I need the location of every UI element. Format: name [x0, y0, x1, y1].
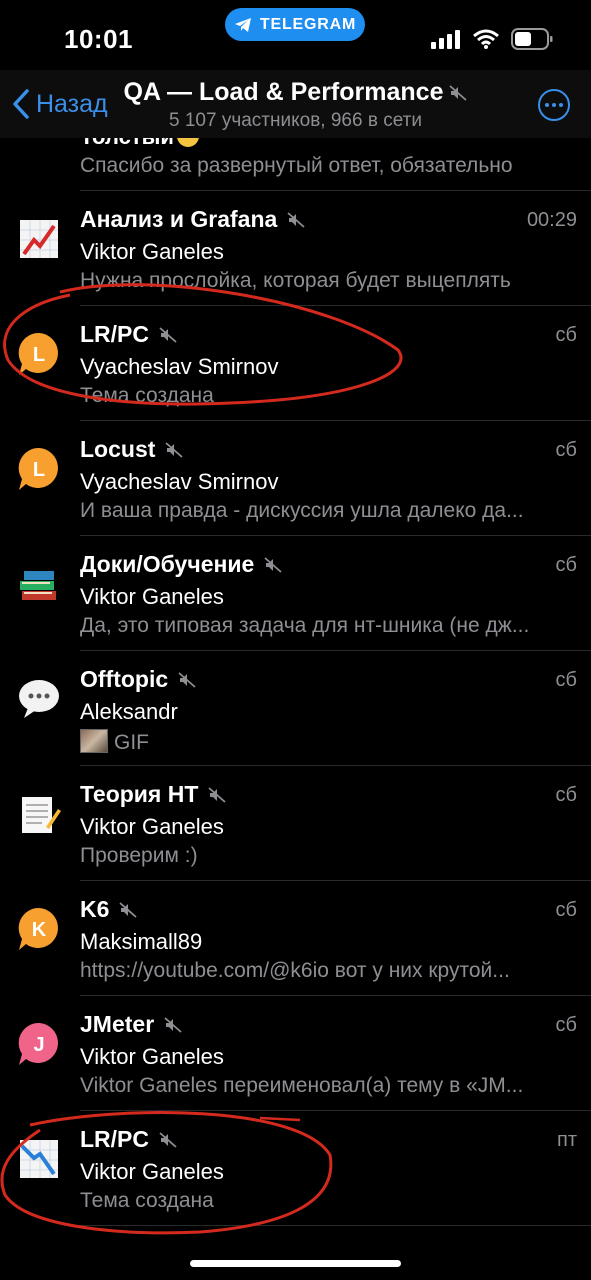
books-icon — [16, 561, 62, 607]
system-icons — [431, 28, 553, 50]
topic-time: сб — [555, 1014, 577, 1036]
topic-message: Тема создана — [80, 384, 214, 407]
pill-label: TELEGRAM — [259, 15, 357, 33]
topic-time: сб — [555, 899, 577, 921]
topic-time: сб — [555, 554, 577, 576]
memo-icon — [16, 791, 62, 837]
smiley-emoji-icon — [176, 138, 199, 147]
topic-row[interactable]: J JMeter сб Viktor Ganeles Viktor Ganeles пе… — [0, 995, 591, 1110]
letter-bubble-icon: K — [16, 906, 62, 952]
muted-icon — [264, 556, 282, 574]
topic-time: сб — [555, 324, 577, 346]
topic-title: K6 — [80, 896, 137, 923]
topic-message: Спасибо за развернутый ответ, обязательн… — [80, 154, 513, 177]
page-title: QA — Load & Performance — [123, 78, 444, 106]
topic-title: Теория НТ — [80, 781, 226, 808]
member-count: 5 107 участников, 966 в сети — [169, 110, 422, 131]
topic-title: LR/PC — [80, 321, 177, 348]
topic-sender: Vyacheslav Smirnov — [80, 469, 279, 494]
topic-sender: Viktor Ganeles — [80, 1044, 224, 1069]
letter-bubble-icon: L — [16, 331, 62, 377]
topic-message: GIF — [80, 729, 577, 755]
topic-sender: Viktor Ganeles — [80, 814, 224, 839]
topic-message: И ваша правда - дискуссия ушла далеко да… — [80, 499, 524, 522]
topic-sender: Viktor Ganeles — [80, 584, 224, 609]
signal-icon — [431, 29, 461, 49]
chart-icon — [16, 216, 62, 262]
svg-text:K: K — [32, 919, 47, 941]
muted-icon — [208, 786, 226, 804]
topic-title: JMeter — [80, 1011, 182, 1038]
chat-header: Назад QA — Load & Performance 5 107 учас… — [0, 70, 591, 138]
list-item-partial[interactable]: Толстый Спасибо за развернутый ответ, об… — [80, 138, 577, 190]
topic-sender: Maksimall89 — [80, 929, 203, 954]
muted-icon — [119, 901, 137, 919]
telegram-pill[interactable]: TELEGRAM — [225, 8, 365, 41]
muted-icon — [165, 441, 183, 459]
topic-time: сб — [555, 669, 577, 691]
topic-title: Доки/Обучение — [80, 551, 282, 578]
topic-sender: Viktor Ganeles — [80, 239, 224, 264]
topic-row[interactable]: L LR/PC сб Vyacheslav Smirnov Тема создана — [0, 305, 591, 420]
wifi-icon — [473, 29, 499, 49]
topic-row[interactable]: L Locust сб Vyacheslav Smirnov И ваша правда… — [0, 420, 591, 535]
topic-sender: Viktor Ganeles — [80, 1159, 224, 1184]
svg-text:L: L — [33, 459, 45, 481]
topic-title: LR/PC — [80, 1126, 177, 1153]
topic-row[interactable]: Offtopic сб Aleksandr GIF — [0, 650, 591, 765]
topic-title: Анализ и Grafana — [80, 206, 305, 233]
svg-text:J: J — [33, 1034, 44, 1056]
separator — [80, 1225, 591, 1226]
topic-message: Проверим :) — [80, 844, 198, 867]
svg-text:L: L — [33, 344, 45, 366]
gif-thumbnail — [80, 729, 108, 753]
topic-row[interactable]: Теория НТ сб Viktor Ganeles Проверим :) — [0, 765, 591, 880]
topic-row[interactable]: LR/PC пт Viktor Ganeles Тема создана — [0, 1110, 591, 1225]
title-block[interactable]: QA — Load & Performance 5 107 участников… — [0, 78, 591, 132]
muted-icon — [164, 1016, 182, 1034]
topic-time: сб — [555, 439, 577, 461]
topic-message: https://youtube.com/@k6io вот у них крут… — [80, 959, 510, 982]
more-button[interactable] — [538, 89, 570, 121]
clock: 10:01 — [64, 24, 133, 54]
topic-row[interactable]: Анализ и Grafana 00:29 Viktor Ganeles Нужна… — [0, 190, 591, 305]
topic-sender: Aleksandr — [80, 699, 178, 724]
muted-icon — [287, 211, 305, 229]
status-bar: 10:01 TELEGRAM — [0, 0, 591, 80]
speech-bubble-icon — [16, 676, 62, 722]
home-indicator — [190, 1260, 401, 1267]
muted-icon — [178, 671, 196, 689]
topic-message: Да, это типовая задача для нт-шника (не … — [80, 614, 530, 637]
topic-sender: Vyacheslav Smirnov — [80, 354, 279, 379]
topic-title: Толстый — [80, 138, 199, 150]
muted-icon — [159, 1131, 177, 1149]
telegram-plane-icon — [234, 17, 252, 33]
topic-title: Offtopic — [80, 666, 196, 693]
topic-message: Тема создана — [80, 1189, 214, 1212]
chart-down-icon — [16, 1136, 62, 1182]
letter-bubble-icon: J — [16, 1021, 62, 1067]
topic-row[interactable]: K K6 сб Maksimall89 https://youtube.com/@k6i… — [0, 880, 591, 995]
topic-time: 00:29 — [526, 209, 577, 231]
topic-time: пт — [557, 1129, 577, 1151]
battery-icon — [511, 28, 553, 50]
topic-message: Нужна прослойка, которая будет выцеплять — [80, 269, 511, 292]
topic-title: Locust — [80, 436, 183, 463]
topic-time: сб — [555, 784, 577, 806]
muted-icon — [449, 84, 468, 102]
muted-icon — [159, 326, 177, 344]
letter-bubble-icon: L — [16, 446, 62, 492]
topic-message: Viktor Ganeles переименовал(а) тему в «J… — [80, 1074, 524, 1097]
topic-row[interactable]: Доки/Обучение сб Viktor Ganeles Да, это тип… — [0, 535, 591, 650]
